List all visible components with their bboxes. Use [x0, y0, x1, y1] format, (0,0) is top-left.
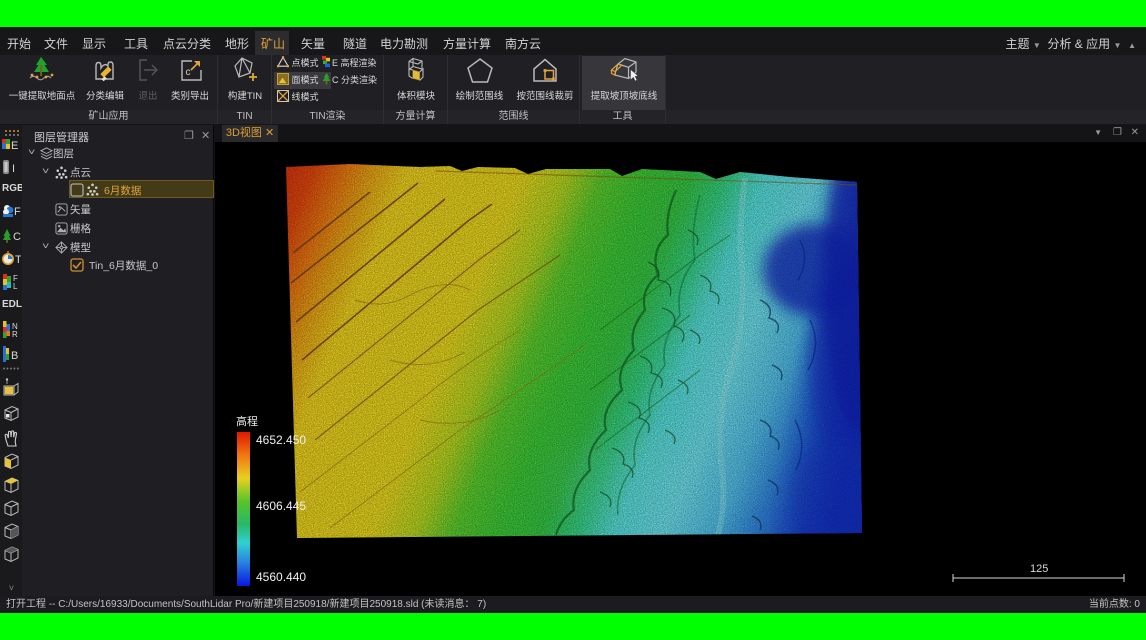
- svg-text:4652.450: 4652.450: [256, 433, 306, 447]
- svg-text:E: E: [11, 140, 18, 151]
- svg-text:高程: 高程: [236, 414, 258, 428]
- svg-text:C: C: [13, 231, 21, 243]
- svg-text:B: B: [11, 350, 18, 362]
- svg-text:4606.445: 4606.445: [256, 499, 306, 513]
- svg-text:L: L: [13, 282, 18, 290]
- svg-text:4560.440: 4560.440: [256, 570, 306, 584]
- svg-text:F: F: [14, 206, 21, 218]
- svg-text:125: 125: [1030, 563, 1048, 575]
- svg-text:R: R: [12, 330, 18, 338]
- svg-text:T: T: [15, 254, 21, 266]
- svg-text:I: I: [12, 163, 15, 174]
- svg-text:c: c: [186, 67, 191, 78]
